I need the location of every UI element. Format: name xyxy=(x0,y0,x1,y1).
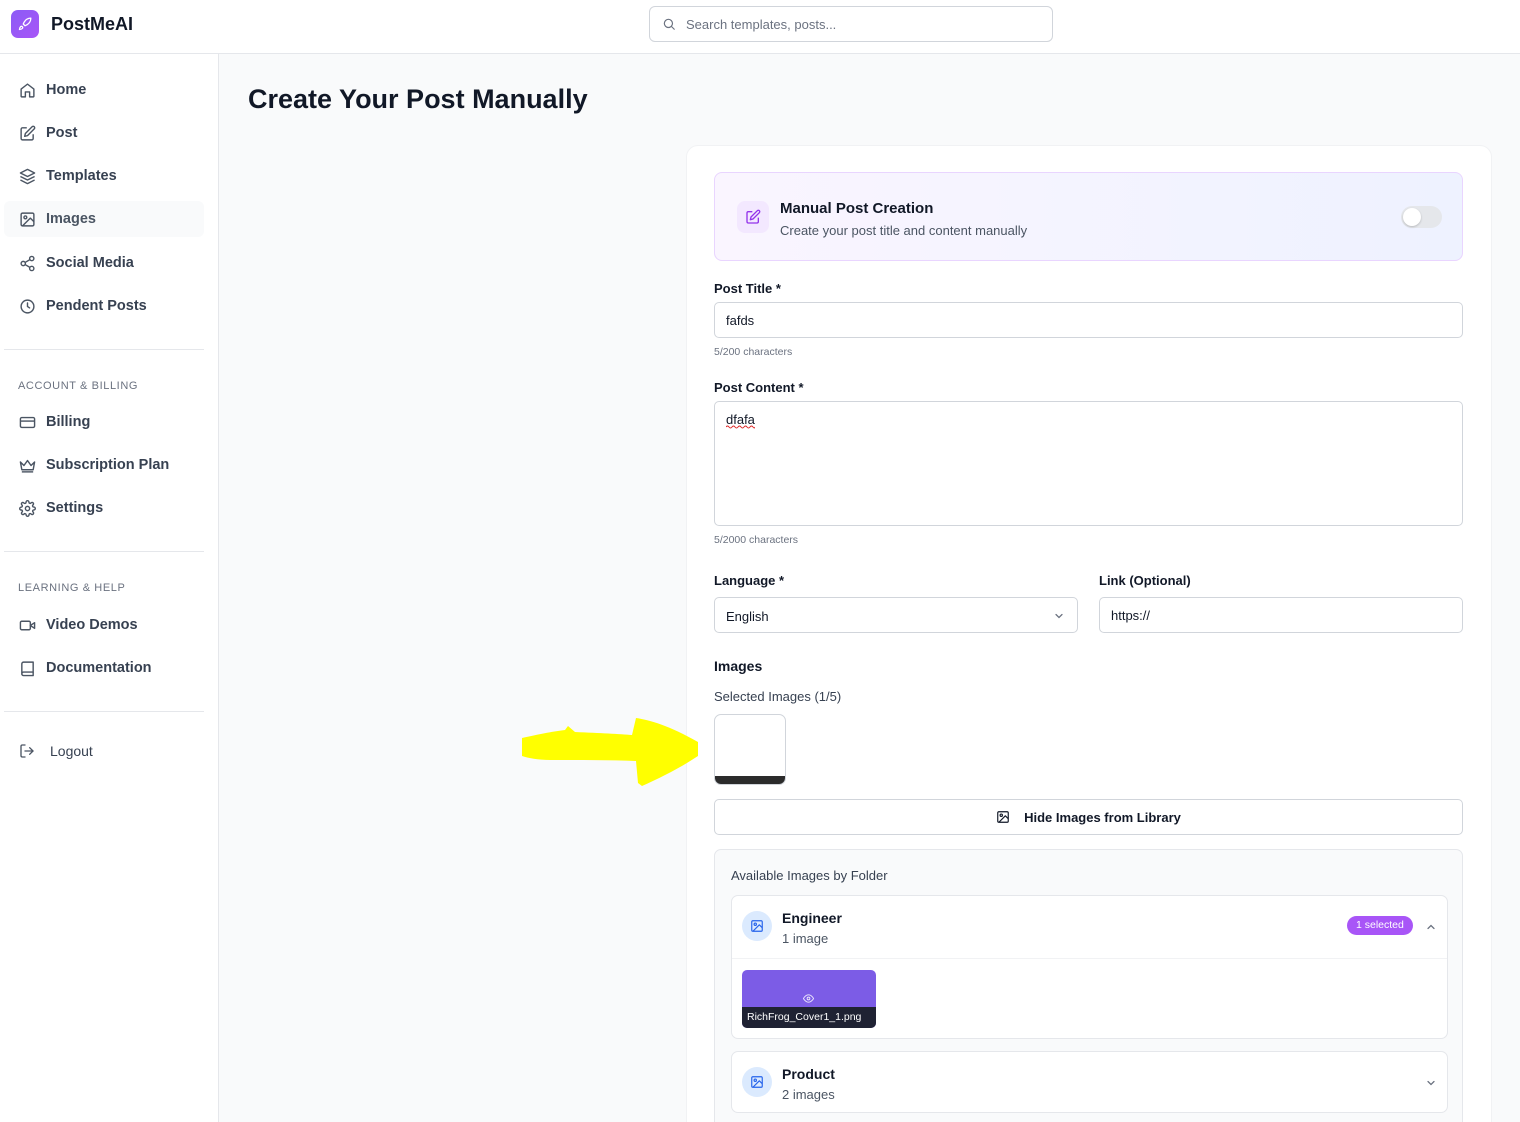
selected-image-thumbnail[interactable] xyxy=(714,714,786,785)
sidebar-item-label: Settings xyxy=(46,500,104,516)
sidebar-item-label: Billing xyxy=(46,414,91,430)
search-box[interactable] xyxy=(649,6,1053,42)
crown-icon xyxy=(18,456,36,474)
sidebar-item-label: Home xyxy=(46,82,87,98)
sidebar-item-pendent-posts[interactable]: Pendent Posts xyxy=(4,288,204,324)
sidebar-divider xyxy=(4,551,204,552)
sidebar-item-label: Pendent Posts xyxy=(46,298,147,314)
page-title: Create Your Post Manually xyxy=(248,84,588,114)
sidebar: Home Post Templates Images Social Media … xyxy=(0,54,219,1122)
search-input[interactable] xyxy=(686,7,1046,41)
sidebar-item-post[interactable]: Post xyxy=(4,115,204,151)
sidebar-item-templates[interactable]: Templates xyxy=(4,158,204,194)
clock-icon xyxy=(18,297,36,315)
logout-button[interactable]: Logout xyxy=(4,733,204,769)
image-icon xyxy=(18,210,36,228)
post-title-label: Post Title * xyxy=(714,281,781,296)
title-char-count: 5/200 characters xyxy=(714,346,793,358)
sidebar-item-label: Post xyxy=(46,125,78,141)
rocket-icon[interactable] xyxy=(11,10,39,38)
link-label: Link (Optional) xyxy=(1099,573,1191,588)
folder-product: Product 2 images xyxy=(731,1051,1448,1113)
sidebar-item-label: Subscription Plan xyxy=(46,457,170,473)
folder-name: Product xyxy=(782,1066,835,1082)
eye-icon[interactable] xyxy=(803,993,814,1004)
folder-header[interactable]: Product 2 images xyxy=(732,1052,1447,1112)
hide-images-label: Hide Images from Library xyxy=(1024,809,1181,825)
images-heading: Images xyxy=(714,658,763,674)
sidebar-item-settings[interactable]: Settings xyxy=(4,490,204,526)
manual-creation-banner: Manual Post Creation Create your post ti… xyxy=(714,172,1463,261)
search-icon xyxy=(663,18,675,30)
language-select[interactable]: English xyxy=(714,597,1078,633)
sidebar-item-subscription-plan[interactable]: Subscription Plan xyxy=(4,447,204,483)
top-bar: PostMeAI xyxy=(0,0,1520,54)
image-icon xyxy=(997,811,1009,823)
folder-body: RichFrog_Cover1_1.png xyxy=(732,958,1447,1038)
sidebar-divider xyxy=(4,711,204,712)
sidebar-divider xyxy=(4,349,204,350)
thumbnail-bar xyxy=(715,776,785,784)
banner-subtitle: Create your post title and content manua… xyxy=(780,223,1028,238)
sidebar-item-social-media[interactable]: Social Media xyxy=(4,245,204,281)
post-content-label: Post Content * xyxy=(714,380,804,395)
folders-panel: Available Images by Folder Engineer 1 im… xyxy=(714,849,1463,1122)
folder-engineer: Engineer 1 image 1 selected RichFrog_Cov… xyxy=(731,895,1448,1039)
selected-images-label: Selected Images (1/5) xyxy=(714,689,842,704)
sidebar-item-label: Templates xyxy=(46,168,117,184)
video-icon xyxy=(18,616,36,634)
selected-badge: 1 selected xyxy=(1347,916,1413,935)
home-icon xyxy=(18,81,36,99)
language-value: English xyxy=(726,609,769,624)
annotation-arrow xyxy=(522,718,698,786)
sidebar-item-home[interactable]: Home xyxy=(4,72,204,108)
content-char-count: 5/2000 characters xyxy=(714,534,799,546)
chevron-down-icon[interactable] xyxy=(1425,1077,1437,1089)
toggle-knob xyxy=(1403,208,1421,226)
spellcheck-underline xyxy=(726,425,755,429)
book-icon xyxy=(18,659,36,677)
banner-title: Manual Post Creation xyxy=(780,200,934,217)
post-title-input[interactable] xyxy=(714,302,1463,338)
image-filename: RichFrog_Cover1_1.png xyxy=(742,1007,876,1028)
chevron-up-icon[interactable] xyxy=(1425,921,1437,933)
sidebar-item-label: Social Media xyxy=(46,255,134,271)
manual-mode-toggle[interactable] xyxy=(1401,206,1442,228)
folder-header[interactable]: Engineer 1 image 1 selected xyxy=(732,896,1447,958)
sidebar-item-video-demos[interactable]: Video Demos xyxy=(4,607,204,643)
folder-image-icon xyxy=(742,1067,772,1097)
credit-card-icon xyxy=(18,413,36,431)
folder-image-icon xyxy=(742,911,772,941)
sidebar-item-billing[interactable]: Billing xyxy=(4,404,204,440)
sidebar-item-documentation[interactable]: Documentation xyxy=(4,650,204,686)
sidebar-item-label: Video Demos xyxy=(46,617,138,633)
brand-name[interactable]: PostMeAI xyxy=(51,14,133,35)
chevron-down-icon xyxy=(1055,613,1063,619)
share-icon xyxy=(18,254,36,272)
sidebar-item-label: Documentation xyxy=(46,660,152,676)
sidebar-item-label: Images xyxy=(46,211,96,227)
logout-icon xyxy=(18,742,36,760)
hide-images-button[interactable]: Hide Images from Library xyxy=(714,799,1463,835)
sidebar-item-images[interactable]: Images xyxy=(4,201,204,237)
post-content-textarea[interactable]: dfafa xyxy=(714,401,1463,526)
layers-icon xyxy=(18,167,36,185)
edit-icon xyxy=(18,124,36,142)
folder-count: 1 image xyxy=(782,931,829,946)
library-image-card[interactable]: RichFrog_Cover1_1.png xyxy=(742,970,876,1028)
section-heading-account: ACCOUNT & BILLING xyxy=(18,380,139,392)
logout-label: Logout xyxy=(50,743,93,759)
section-heading-help: LEARNING & HELP xyxy=(18,582,126,594)
gear-icon xyxy=(18,499,36,517)
folders-heading: Available Images by Folder xyxy=(731,868,888,883)
edit-icon xyxy=(737,201,769,233)
language-label: Language * xyxy=(714,573,785,588)
link-input[interactable] xyxy=(1099,597,1463,633)
folder-count: 2 images xyxy=(782,1087,835,1102)
folder-name: Engineer xyxy=(782,910,842,926)
